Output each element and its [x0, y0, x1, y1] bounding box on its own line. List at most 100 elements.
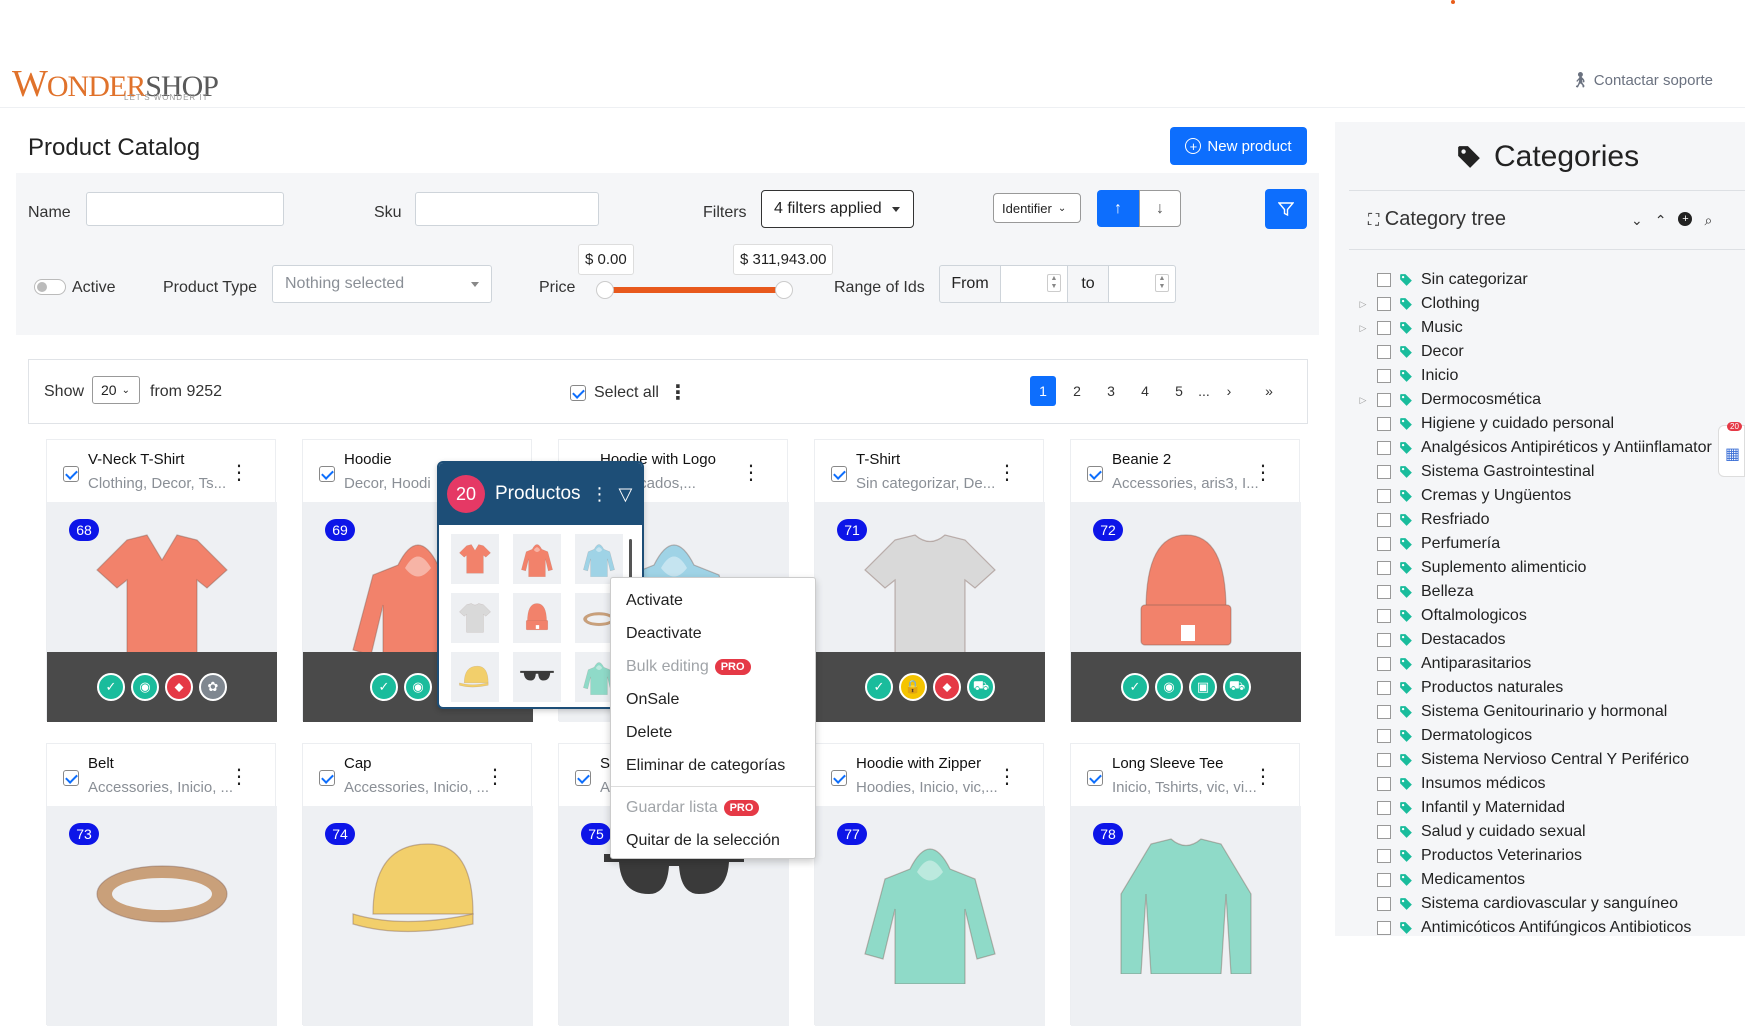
- bulk-actions-kebab-icon[interactable]: ⋮: [668, 380, 688, 405]
- product-name[interactable]: V-Neck T-Shirt: [88, 451, 184, 468]
- category-tree-item[interactable]: Productos naturales: [1349, 676, 1745, 700]
- product-checkbox[interactable]: [1087, 466, 1103, 482]
- product-checkbox[interactable]: [319, 770, 335, 786]
- product-image[interactable]: 68 ✓ ◉ ⬥ ✿: [47, 502, 277, 722]
- product-kebab-icon[interactable]: ⋮: [229, 460, 249, 485]
- page-size-select[interactable]: 20 ⌄: [92, 376, 140, 404]
- category-checkbox[interactable]: [1377, 801, 1391, 815]
- check-icon[interactable]: ✓: [97, 673, 125, 701]
- product-card[interactable]: V-Neck T-Shirt Clothing, Decor, Ts... ⋮ …: [46, 439, 277, 722]
- expand-all-icon[interactable]: ⌃: [1655, 212, 1667, 229]
- expand-caret-icon[interactable]: ▷: [1349, 395, 1377, 406]
- category-checkbox[interactable]: [1377, 897, 1391, 911]
- palette-icon[interactable]: ✿: [199, 673, 227, 701]
- product-image[interactable]: 78: [1071, 806, 1301, 1026]
- sort-descending-button[interactable]: ↓: [1139, 190, 1181, 227]
- menu-item[interactable]: Eliminar de categorías: [611, 749, 815, 782]
- search-icon[interactable]: ⌕: [1704, 212, 1712, 229]
- category-tree-item[interactable]: Sistema Genitourinario y hormonal: [1349, 700, 1745, 724]
- menu-item[interactable]: Activate: [611, 584, 815, 617]
- menu-item[interactable]: Deactivate: [611, 617, 815, 650]
- category-tree-item[interactable]: Medicamentos: [1349, 868, 1745, 892]
- category-tree-item[interactable]: Productos Veterinarios: [1349, 844, 1745, 868]
- product-type-select[interactable]: Nothing selected: [272, 265, 492, 303]
- selection-thumbnail[interactable]: [451, 534, 499, 584]
- product-card[interactable]: Hoodie with Zipper Hoodies, Inicio, vic,…: [814, 743, 1045, 1026]
- category-tree-item[interactable]: Resfriado: [1349, 508, 1745, 532]
- select-all-checkbox[interactable]: [570, 385, 586, 401]
- lock-icon[interactable]: 🔒: [899, 673, 927, 701]
- expand-caret-icon[interactable]: ▷: [1349, 299, 1377, 310]
- side-calendar-widget[interactable]: 20 ▦: [1718, 422, 1745, 477]
- expand-caret-icon[interactable]: ▷: [1349, 323, 1377, 334]
- page-4[interactable]: 4: [1132, 376, 1158, 406]
- eye-icon[interactable]: ◉: [404, 673, 432, 701]
- product-name[interactable]: S: [600, 755, 610, 772]
- category-tree-item[interactable]: Sin categorizar: [1349, 268, 1745, 292]
- category-tree-item[interactable]: Perfumería: [1349, 532, 1745, 556]
- check-icon[interactable]: ✓: [1121, 673, 1149, 701]
- name-input[interactable]: [86, 192, 284, 226]
- category-checkbox[interactable]: [1377, 849, 1391, 863]
- product-image[interactable]: 74: [303, 806, 533, 1026]
- menu-item[interactable]: Delete: [611, 716, 815, 749]
- product-card[interactable]: Cap Accessories, Inicio, ... ⋮ 74: [302, 743, 533, 1026]
- product-checkbox[interactable]: [319, 466, 335, 482]
- product-kebab-icon[interactable]: ⋮: [741, 460, 761, 485]
- product-card[interactable]: T-Shirt Sin categorizar, De... ⋮ 71 ✓ 🔒 ⬥ ⛟: [814, 439, 1045, 722]
- last-page-chevron-icon[interactable]: »: [1256, 376, 1282, 406]
- category-checkbox[interactable]: [1377, 633, 1391, 647]
- category-tree-item[interactable]: Salud y cuidado sexual: [1349, 820, 1745, 844]
- product-card[interactable]: Belt Accessories, Inicio, ... ⋮ 73: [46, 743, 277, 1026]
- filter-toggle-button[interactable]: [1265, 189, 1307, 229]
- category-tree-item[interactable]: Infantil y Maternidad: [1349, 796, 1745, 820]
- product-image[interactable]: 72 ✓ ◉ ▣ ⛟: [1071, 502, 1301, 722]
- price-min-handle[interactable]: [596, 281, 614, 299]
- category-tree-item[interactable]: Antimicóticos Antifúngicos Antibioticos: [1349, 916, 1745, 940]
- add-circle-icon[interactable]: +: [1678, 212, 1693, 226]
- popover-scrollbar[interactable]: [629, 539, 632, 581]
- category-checkbox[interactable]: [1377, 609, 1391, 623]
- product-kebab-icon[interactable]: ⋮: [1253, 460, 1273, 485]
- check-icon[interactable]: ✓: [370, 673, 398, 701]
- category-tree-item[interactable]: Higiene y cuidado personal: [1349, 412, 1745, 436]
- product-image[interactable]: 73: [47, 806, 277, 1026]
- chevron-down-icon[interactable]: ▽: [619, 484, 633, 505]
- category-tree-item[interactable]: Sistema cardiovascular y sanguíneo: [1349, 892, 1745, 916]
- product-name[interactable]: Hoodie with Zipper: [856, 755, 981, 772]
- category-tree-item[interactable]: Sistema Gastrointestinal: [1349, 460, 1745, 484]
- product-card[interactable]: Long Sleeve Tee Inicio, Tshirts, vic, vi…: [1070, 743, 1301, 1026]
- selection-thumbnail[interactable]: [513, 534, 561, 584]
- category-checkbox[interactable]: [1377, 441, 1391, 455]
- id-from-input[interactable]: ▲ ▼: [1000, 265, 1068, 303]
- wondershop-logo[interactable]: WONDERSHOP LET'S WONDER IT: [12, 62, 219, 106]
- page-5[interactable]: 5: [1166, 376, 1192, 406]
- tag-icon[interactable]: ⬥: [933, 673, 961, 701]
- category-checkbox[interactable]: [1377, 489, 1391, 503]
- bag-icon[interactable]: ▣: [1189, 673, 1217, 701]
- category-tree-item[interactable]: Sistema Nervioso Central Y Periférico: [1349, 748, 1745, 772]
- category-tree-item[interactable]: Antiparasitarios: [1349, 652, 1745, 676]
- price-range-slider[interactable]: [606, 287, 786, 293]
- price-max-handle[interactable]: [775, 281, 793, 299]
- product-name[interactable]: Hoodie: [344, 451, 392, 468]
- selection-thumbnail[interactable]: [513, 652, 561, 702]
- category-checkbox[interactable]: [1377, 657, 1391, 671]
- category-checkbox[interactable]: [1377, 729, 1391, 743]
- spinner-icon[interactable]: ▲ ▼: [1047, 274, 1061, 292]
- collapse-all-icon[interactable]: ⌄: [1631, 212, 1643, 229]
- category-tree-item[interactable]: Destacados: [1349, 628, 1745, 652]
- product-name[interactable]: T-Shirt: [856, 451, 900, 468]
- category-checkbox[interactable]: [1377, 873, 1391, 887]
- category-checkbox[interactable]: [1377, 465, 1391, 479]
- product-checkbox[interactable]: [575, 770, 591, 786]
- product-card[interactable]: Beanie 2 Accessories, aris3, I... ⋮ 72 ✓…: [1070, 439, 1301, 722]
- selection-thumbnail[interactable]: [513, 593, 561, 643]
- product-name[interactable]: Long Sleeve Tee: [1112, 755, 1223, 772]
- selection-thumbnail[interactable]: [451, 652, 499, 702]
- category-checkbox[interactable]: [1377, 681, 1391, 695]
- category-tree-item[interactable]: ▷ Dermocosmética: [1349, 388, 1745, 412]
- category-checkbox[interactable]: [1377, 585, 1391, 599]
- filters-dropdown[interactable]: 4 filters applied: [761, 190, 914, 228]
- page-1[interactable]: 1: [1030, 376, 1056, 406]
